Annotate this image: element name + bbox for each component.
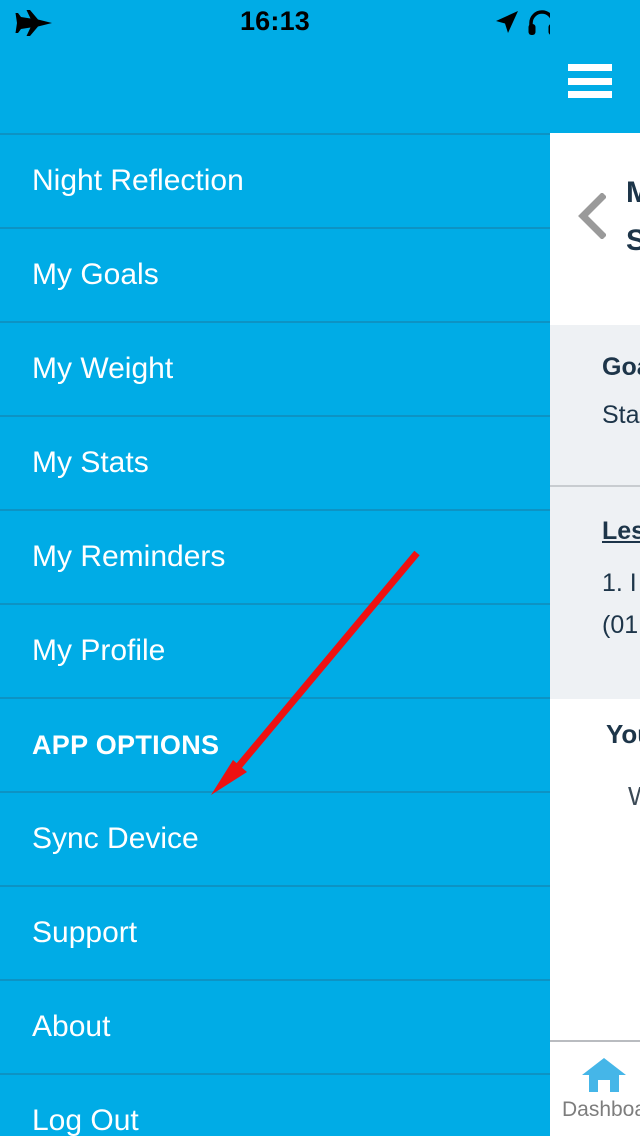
menu-item-label: My Reminders — [32, 540, 226, 573]
location-arrow-icon — [494, 9, 520, 35]
menu-item-my-reminders[interactable]: My Reminders — [0, 509, 550, 603]
content-panel: M S Goa Sta Les 1. I (01 You W — [550, 0, 640, 1136]
your-section-heading: You — [606, 719, 640, 749]
panel-title: M — [626, 176, 640, 209]
menu-item-log-out[interactable]: Log Out — [0, 1073, 550, 1136]
menu-section-label: APP OPTIONS — [32, 729, 220, 760]
menu-item-my-weight[interactable]: My Weight — [0, 321, 550, 415]
menu-item-label: My Stats — [32, 446, 149, 479]
tab-dashboard[interactable]: Dashboa — [550, 1042, 640, 1136]
content-scroll-area[interactable]: M S Goa Sta Les 1. I (01 You W — [550, 133, 640, 1040]
panel-header: M S — [550, 133, 640, 325]
menu-item-label: My Profile — [32, 634, 166, 667]
menu-item-label: Sync Device — [32, 822, 199, 855]
lessons-band: Les 1. I (01 — [550, 487, 640, 699]
drawer-navbar — [0, 44, 550, 133]
tab-dashboard-label: Dashboa — [561, 1097, 640, 1121]
back-chevron-icon[interactable] — [576, 193, 606, 239]
menu-item-label: My Goals — [32, 258, 159, 291]
status-bar: 16:13 — [0, 0, 550, 44]
menu-item-label: Night Reflection — [32, 164, 244, 197]
menu-item-label: Log Out — [32, 1104, 139, 1136]
menu-item-label: About — [32, 1010, 111, 1043]
menu-item-my-profile[interactable]: My Profile — [0, 603, 550, 697]
menu-item-my-goals[interactable]: My Goals — [0, 227, 550, 321]
your-section-subtext: W — [628, 781, 640, 812]
drawer-menu-list: Night Reflection My Goals My Weight My S… — [0, 133, 550, 1136]
menu-item-about[interactable]: About — [0, 979, 550, 1073]
goal-band: Goa Sta — [550, 325, 640, 485]
goal-status-text: Sta — [602, 401, 640, 429]
hamburger-menu-icon[interactable] — [568, 64, 612, 98]
hamburger-bar-1 — [568, 64, 612, 71]
menu-item-sync-device[interactable]: Sync Device — [0, 791, 550, 885]
navigation-drawer: 16:13 Night Reflection My Goals My Weigh… — [0, 0, 550, 1136]
status-bar-right-icons — [494, 9, 550, 35]
menu-item-night-reflection[interactable]: Night Reflection — [0, 133, 550, 227]
panel-title-line2: S — [626, 224, 640, 257]
bottom-tab-bar: Dashboa — [550, 1040, 640, 1136]
menu-item-label: Support — [32, 916, 138, 949]
status-bar-time: 16:13 — [239, 6, 311, 36]
menu-item-label: My Weight — [32, 352, 174, 385]
your-section: You W — [550, 699, 640, 1040]
lessons-heading[interactable]: Les — [602, 517, 640, 546]
hamburger-bar-2 — [568, 77, 612, 85]
menu-item-support[interactable]: Support — [0, 885, 550, 979]
headphones-icon — [528, 9, 550, 35]
menu-item-my-stats[interactable]: My Stats — [0, 415, 550, 509]
lessons-list-item-detail: (01 — [602, 611, 639, 639]
home-icon — [581, 1057, 627, 1093]
menu-section-app-options: APP OPTIONS — [0, 697, 550, 791]
goal-heading: Goa — [602, 353, 640, 381]
hamburger-bar-3 — [568, 91, 612, 98]
lessons-list-item: 1. I — [602, 569, 637, 597]
app-screen: M S Goa Sta Les 1. I (01 You W — [0, 0, 640, 1136]
